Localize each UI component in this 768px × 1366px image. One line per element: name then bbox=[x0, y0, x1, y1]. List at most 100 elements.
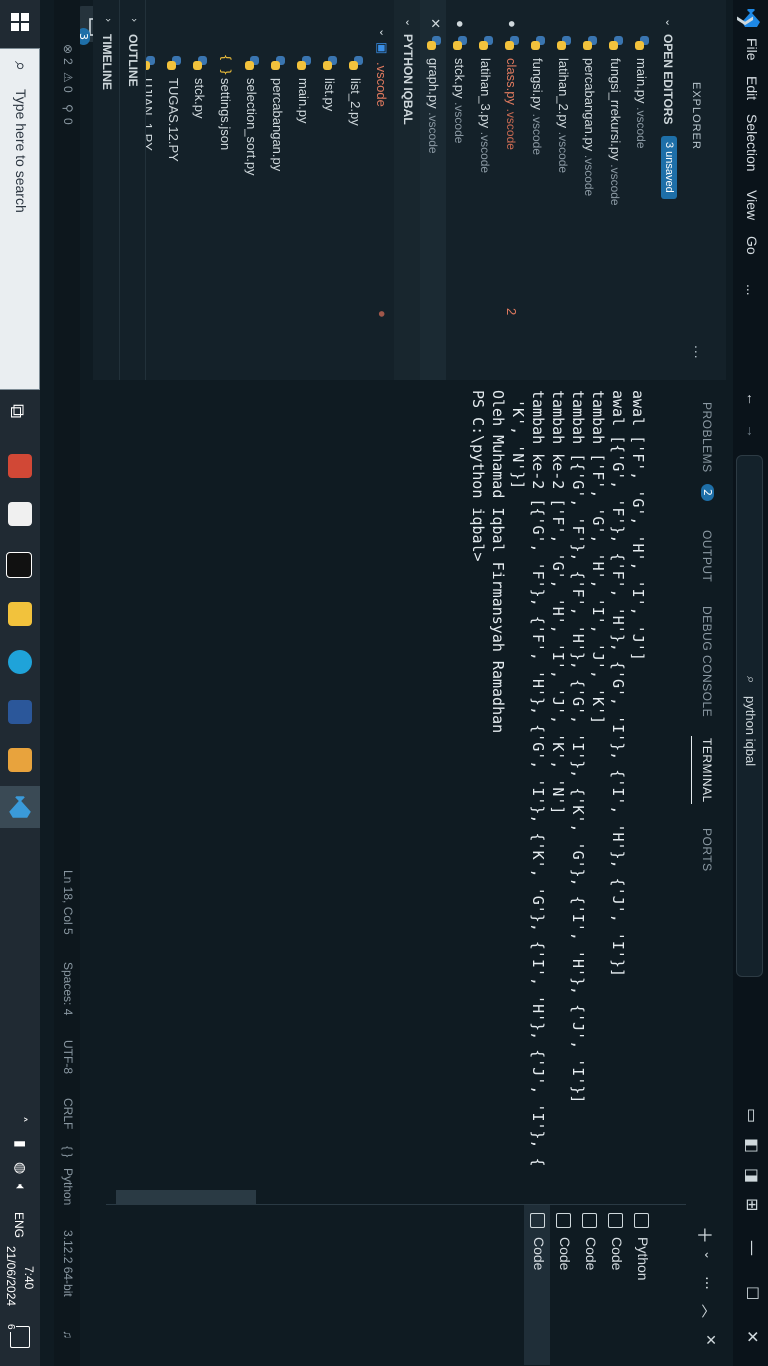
menu-edit[interactable]: Edit bbox=[744, 76, 760, 100]
notifications-bell-icon[interactable]: ♫ bbox=[61, 1330, 75, 1339]
error-icon[interactable]: ⊗ bbox=[61, 44, 75, 54]
open-editor-item[interactable]: latihan_3.py .vscode bbox=[472, 0, 498, 380]
error-count[interactable]: 2 bbox=[61, 58, 75, 65]
terminal-more-icon[interactable]: … bbox=[702, 1276, 718, 1290]
terminal-icon bbox=[556, 1213, 571, 1228]
tab-terminal[interactable]: TERMINAL bbox=[700, 738, 714, 803]
file-dir: .vscode bbox=[608, 164, 622, 206]
unsaved-dot-icon[interactable]: ● bbox=[505, 20, 520, 28]
python-file-icon bbox=[297, 56, 311, 70]
tab-output[interactable]: OUTPUT bbox=[700, 530, 714, 582]
unsaved-dot-icon[interactable]: ● bbox=[453, 20, 468, 28]
language-indicator[interactable]: ENG bbox=[12, 1212, 26, 1238]
edge-browser-icon[interactable] bbox=[8, 650, 32, 674]
toggle-panel-icon[interactable]: ◧ bbox=[743, 1138, 762, 1153]
vscode-taskbar-icon[interactable] bbox=[0, 786, 40, 828]
menu-more[interactable]: ... bbox=[744, 284, 760, 296]
close-button[interactable]: ✕ bbox=[743, 1330, 762, 1343]
tab-ports[interactable]: PORTS bbox=[700, 828, 714, 872]
network-icon[interactable]: ◍ bbox=[12, 1162, 28, 1174]
terminal-item[interactable]: Code bbox=[550, 1205, 576, 1365]
terminal-scrollbar[interactable] bbox=[106, 1190, 686, 1204]
volume-icon[interactable]: 🔈︎ bbox=[12, 1184, 28, 1192]
menu-view[interactable]: View bbox=[744, 190, 760, 220]
black-app-icon[interactable] bbox=[6, 552, 32, 578]
close-icon[interactable]: ✕ bbox=[427, 18, 443, 29]
back-arrow-icon[interactable]: ← bbox=[744, 392, 760, 406]
tray-chevron-icon[interactable]: ˄ bbox=[12, 1116, 28, 1123]
open-editor-item[interactable]: percabangan.py .vscode bbox=[576, 0, 602, 380]
terminal-output[interactable]: awal ['F', 'G', 'H', 'I', 'J'] awal [{'G'… bbox=[428, 390, 668, 1167]
close-panel-icon[interactable]: ✕ bbox=[702, 1334, 718, 1346]
encoding[interactable]: UTF-8 bbox=[61, 1040, 75, 1074]
warning-icon[interactable]: ⚠ bbox=[61, 72, 75, 83]
file-item[interactable]: stck.py bbox=[186, 0, 212, 380]
explorer-more-button[interactable]: ... bbox=[692, 345, 708, 360]
cursor-position[interactable]: Ln 18, Col 5 bbox=[61, 870, 75, 935]
folder-item[interactable]: ⌄ ▣ .vscode ● bbox=[368, 0, 394, 380]
battery-icon[interactable]: ▮ bbox=[12, 1140, 28, 1148]
timeline-section[interactable]: › TIMELINE bbox=[93, 0, 120, 380]
ports-count[interactable]: 0 bbox=[61, 118, 75, 125]
warning-count[interactable]: 0 bbox=[61, 86, 75, 93]
file-item[interactable]: list.py bbox=[316, 0, 342, 380]
language-mode[interactable]: Python bbox=[61, 1168, 75, 1205]
open-editor-item[interactable]: ● class.py .vscode 2 bbox=[498, 0, 524, 380]
python-file-icon bbox=[479, 36, 493, 50]
collapse-chevron-icon[interactable]: ❯ bbox=[737, 14, 756, 27]
colorful-app-icon[interactable] bbox=[8, 748, 32, 772]
tab-debug-console[interactable]: DEBUG CONSOLE bbox=[700, 606, 714, 717]
open-editor-item[interactable]: main.py .vscode bbox=[628, 0, 654, 380]
forward-arrow-icon[interactable]: → bbox=[744, 424, 760, 438]
file-item[interactable]: { } settings.json bbox=[212, 0, 238, 380]
menu-go[interactable]: Go bbox=[744, 236, 760, 255]
project-section[interactable]: ⌄ PYTHON IQBAL bbox=[394, 0, 420, 380]
scrollbar-thumb[interactable] bbox=[116, 1190, 256, 1204]
file-dir: .vscode bbox=[452, 102, 466, 144]
indentation[interactable]: Spaces: 4 bbox=[61, 962, 75, 1015]
line-ending[interactable]: CRLF bbox=[61, 1098, 75, 1129]
clock-time[interactable]: 7:40 bbox=[22, 1266, 36, 1289]
taskbar-search[interactable]: ⌕ Type here to search bbox=[0, 48, 40, 390]
maximize-panel-icon[interactable]: ︿ bbox=[698, 1304, 718, 1318]
terminal-item[interactable]: Code bbox=[576, 1205, 602, 1365]
terminal-line: awal ['F', 'G', 'H', 'I', 'J'] bbox=[629, 390, 647, 661]
open-editors-section[interactable]: ⌄ OPEN EDITORS 3 unsaved bbox=[654, 0, 680, 380]
toggle-secondary-sidebar-icon[interactable]: ◨ bbox=[743, 1168, 762, 1183]
python-interpreter[interactable]: 3.12.2 64-bit bbox=[61, 1230, 75, 1297]
file-item[interactable]: percabangan.py bbox=[264, 0, 290, 380]
terminal-item[interactable]: Code bbox=[524, 1205, 550, 1365]
open-editor-item[interactable]: ✕ graph.py .vscode bbox=[420, 0, 446, 380]
microsoft-store-icon[interactable] bbox=[8, 502, 32, 526]
terminal-item[interactable]: Python bbox=[628, 1205, 654, 1365]
tab-problems[interactable]: PROBLEMS bbox=[700, 402, 714, 473]
restore-button[interactable]: ☐ bbox=[743, 1286, 762, 1300]
ports-icon[interactable]: ⚲ bbox=[61, 104, 75, 113]
file-explorer-icon[interactable] bbox=[8, 602, 32, 626]
terminal-item[interactable]: Code bbox=[602, 1205, 628, 1365]
word-icon[interactable] bbox=[8, 700, 32, 724]
new-terminal-icon[interactable]: ＋ bbox=[692, 1226, 718, 1244]
file-item[interactable]: TUGAS.12.PY bbox=[160, 0, 186, 380]
file-item[interactable]: main.py bbox=[290, 0, 316, 380]
game-app-icon[interactable] bbox=[8, 454, 32, 478]
open-editors-title: OPEN EDITORS bbox=[661, 34, 675, 125]
menu-selection[interactable]: Selection bbox=[744, 114, 760, 172]
file-item[interactable]: list_2.py bbox=[342, 0, 368, 380]
terminal-name: Python bbox=[635, 1237, 651, 1281]
task-view-icon[interactable]: ⧉ bbox=[6, 404, 30, 418]
clock-date[interactable]: 21/06/2024 bbox=[4, 1246, 18, 1306]
open-editor-item[interactable]: fungsi_rrekursi.py .vscode bbox=[602, 0, 628, 380]
toggle-primary-sidebar-icon[interactable]: ▭ bbox=[743, 1108, 762, 1123]
open-editor-item[interactable]: latihan_2.py .vscode bbox=[550, 0, 576, 380]
file-item[interactable]: selection_sort.py bbox=[238, 0, 264, 380]
open-editor-item[interactable]: ● stck.py .vscode bbox=[446, 0, 472, 380]
customize-layout-icon[interactable]: ⊞ bbox=[743, 1198, 762, 1211]
minimize-button[interactable]: — bbox=[743, 1240, 762, 1256]
terminal-name: Code bbox=[583, 1237, 599, 1271]
outline-section[interactable]: › OUTLINE bbox=[119, 0, 146, 380]
command-center-search[interactable]: ⌕ python iqbal bbox=[736, 455, 763, 977]
open-editor-item[interactable]: fungsi.py .vscode bbox=[524, 0, 550, 380]
terminal-dropdown-icon[interactable]: ⌄ bbox=[702, 1250, 716, 1260]
windows-start-icon[interactable] bbox=[10, 12, 30, 32]
